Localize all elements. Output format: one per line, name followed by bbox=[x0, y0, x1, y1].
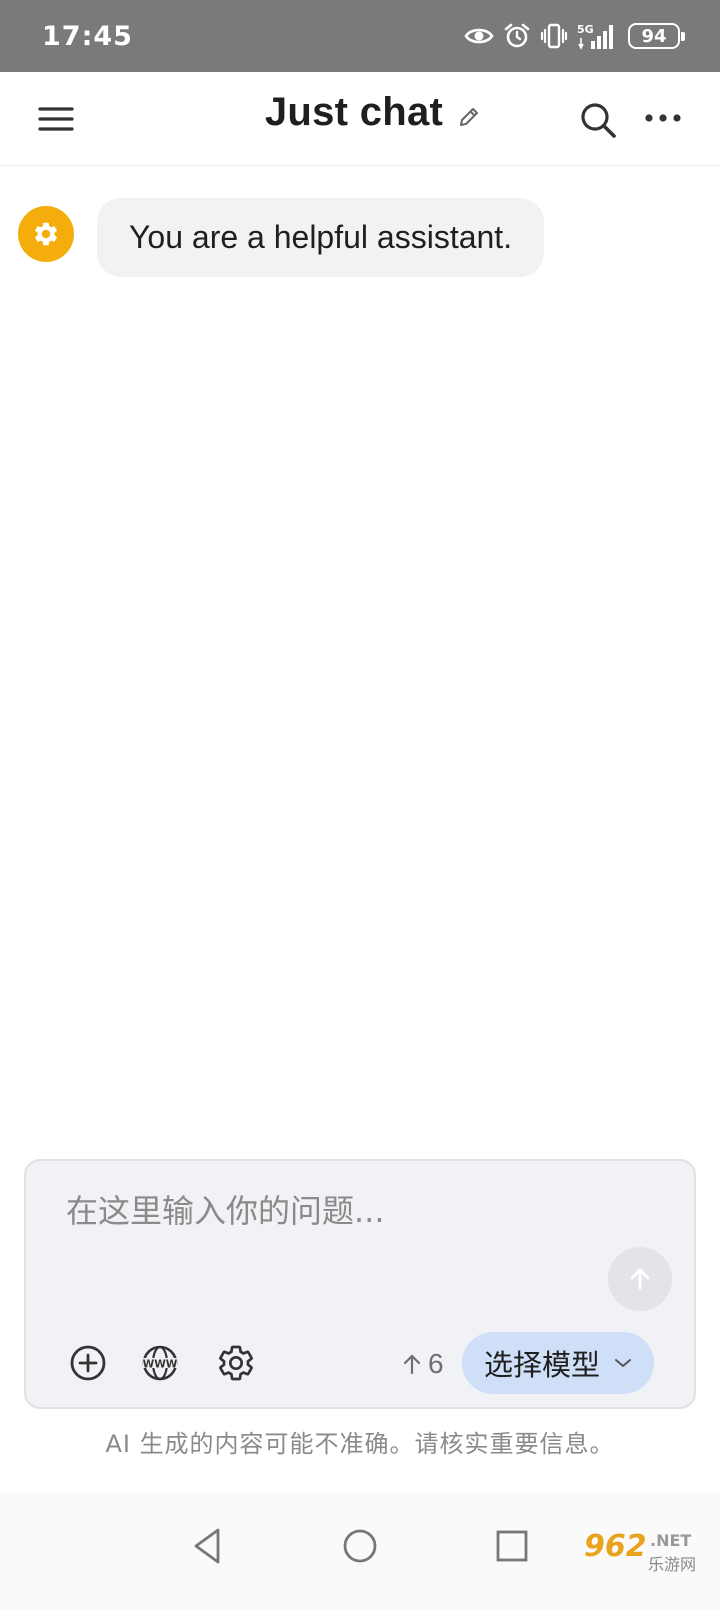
back-triangle-icon[interactable] bbox=[186, 1524, 230, 1568]
vibrate-icon bbox=[540, 23, 568, 49]
chat-title[interactable]: Just chat bbox=[265, 90, 443, 135]
ai-disclaimer: AI 生成的内容可能不准确。请核实重要信息。 bbox=[105, 1430, 615, 1458]
menu-icon[interactable] bbox=[36, 103, 76, 135]
signal-5g-icon: 5G bbox=[577, 23, 613, 50]
send-button[interactable] bbox=[608, 1247, 672, 1311]
svg-text:乐游网: 乐游网 bbox=[648, 1555, 696, 1574]
edit-pencil-icon[interactable] bbox=[457, 105, 481, 129]
recent-square-icon[interactable] bbox=[490, 1524, 534, 1568]
system-avatar bbox=[18, 206, 74, 262]
settings-gear-icon[interactable] bbox=[216, 1343, 256, 1383]
send-arrow-icon bbox=[630, 1268, 650, 1290]
battery-level: 94 bbox=[641, 25, 667, 47]
status-icons: 5G 94 bbox=[464, 22, 685, 50]
token-count-value: 6 bbox=[428, 1348, 444, 1379]
system-message-bubble[interactable]: You are a helpful assistant. bbox=[97, 198, 545, 277]
watermark-logo: 962 .NET 乐游网 bbox=[584, 1529, 696, 1574]
select-model-label: 选择模型 bbox=[483, 1348, 600, 1382]
status-time: 17:45 bbox=[42, 20, 133, 52]
title-group: Just chat bbox=[265, 90, 481, 135]
alarm-icon bbox=[504, 23, 530, 48]
svg-text:WWW: WWW bbox=[143, 1359, 178, 1371]
message-input[interactable] bbox=[66, 1189, 626, 1233]
system-nav-bar: 962 .NET 乐游网 bbox=[0, 1492, 720, 1610]
add-circle-icon[interactable] bbox=[68, 1343, 108, 1383]
svg-text:.NET: .NET bbox=[650, 1531, 691, 1550]
www-globe-icon[interactable]: WWW bbox=[140, 1343, 180, 1383]
app-header: Just chat bbox=[0, 72, 720, 166]
gear-icon bbox=[35, 222, 57, 246]
eye-icon bbox=[464, 28, 494, 44]
token-count: 6 bbox=[402, 1347, 444, 1381]
search-icon[interactable] bbox=[578, 100, 618, 140]
battery-icon: 94 bbox=[628, 23, 685, 49]
composer: WWW 6 选择模型 bbox=[24, 1159, 696, 1409]
svg-text:962: 962 bbox=[584, 1529, 647, 1564]
status-bar: 17:45 5G 94 bbox=[0, 0, 720, 72]
arrow-up-icon bbox=[403, 1354, 421, 1375]
select-model-button[interactable]: 选择模型 bbox=[462, 1332, 654, 1394]
home-circle-icon[interactable] bbox=[338, 1524, 382, 1568]
more-horizontal-icon[interactable] bbox=[644, 108, 682, 128]
network-label: 5G bbox=[577, 23, 594, 36]
chevron-down-icon bbox=[615, 1359, 631, 1367]
